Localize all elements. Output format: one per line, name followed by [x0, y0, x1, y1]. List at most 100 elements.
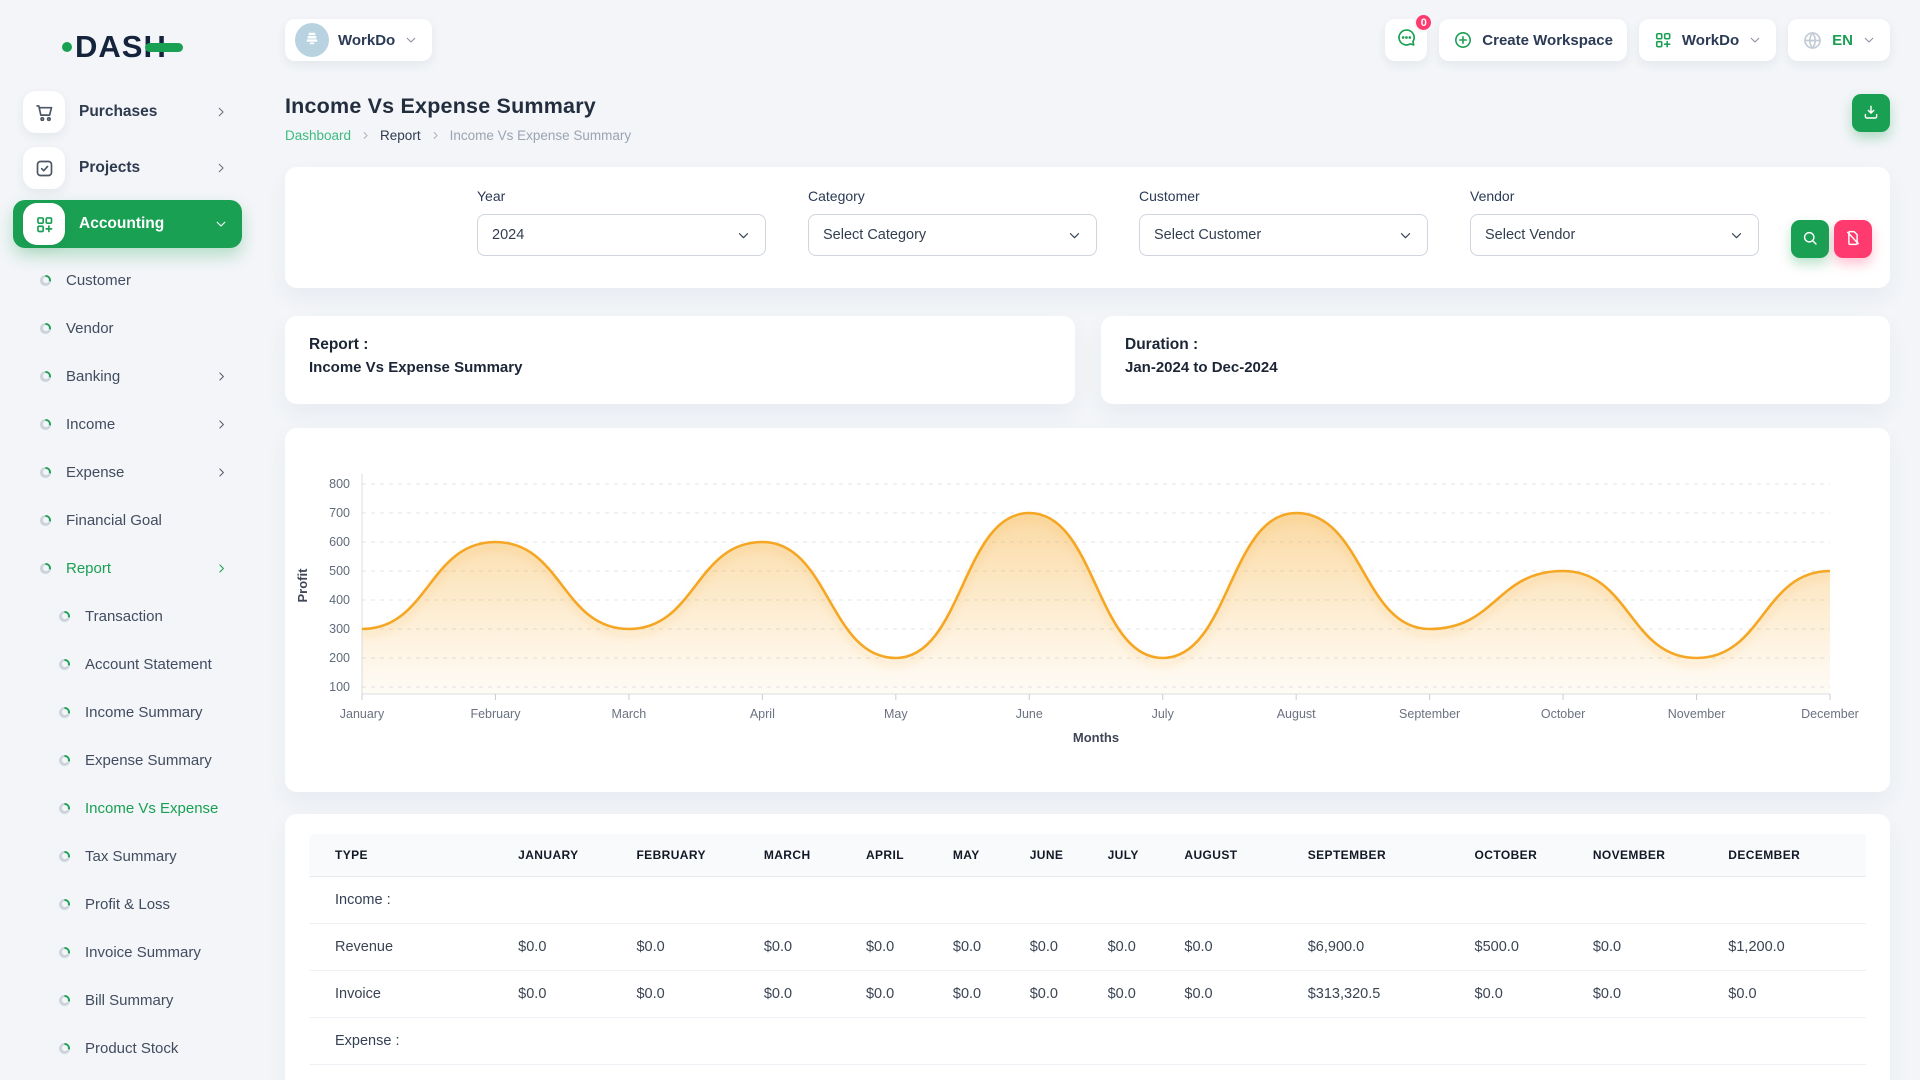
- apply-filter-button[interactable]: [1791, 220, 1829, 258]
- chevron-down-icon: [1862, 33, 1876, 47]
- summary-cards: Report : Income Vs Expense Summary Durat…: [285, 316, 1890, 404]
- messages-button[interactable]: 0: [1385, 19, 1427, 61]
- vendor-select[interactable]: Select Vendor: [1470, 214, 1759, 256]
- sidebar-item-label: Bill Summary: [85, 992, 242, 1009]
- sidebar-item-account-statement[interactable]: Account Statement: [13, 640, 242, 688]
- svg-text:August: August: [1277, 707, 1316, 721]
- chevron-right-icon: [215, 370, 228, 383]
- create-workspace-button[interactable]: Create Workspace: [1439, 19, 1627, 61]
- sidebar-item-label: Income Summary: [85, 704, 242, 721]
- sidebar-item-income-summary[interactable]: Income Summary: [13, 688, 242, 736]
- svg-text:Profit: Profit: [295, 568, 310, 603]
- reset-filter-button[interactable]: [1834, 220, 1872, 258]
- sidebar-item-label: Accounting: [79, 215, 214, 233]
- app-logo[interactable]: DASH: [62, 24, 255, 70]
- chevron-down-icon: [1729, 228, 1744, 243]
- year-select-value: 2024: [492, 227, 524, 243]
- bullet-ring-icon: [59, 707, 70, 718]
- svg-text:400: 400: [329, 593, 350, 607]
- sidebar-item-label: Banking: [66, 368, 215, 385]
- sidebar-item-product-stock[interactable]: Product Stock: [13, 1024, 242, 1072]
- sidebar-item-bill-summary[interactable]: Bill Summary: [13, 976, 242, 1024]
- sidebar-item-invoice-summary[interactable]: Invoice Summary: [13, 928, 242, 976]
- summary-table: TYPEJANUARYFEBRUARYMARCHAPRILMAYJUNEJULY…: [309, 834, 1866, 1065]
- bullet-ring-icon: [59, 899, 70, 910]
- workdo-menu-button[interactable]: WorkDo: [1639, 19, 1776, 61]
- chart-card: 100200300400500600700800JanuaryFebruaryM…: [285, 428, 1890, 792]
- sidebar-item-report[interactable]: Report: [13, 544, 242, 592]
- bullet-ring-icon: [59, 611, 70, 622]
- report-card-label: Report :: [309, 336, 1051, 354]
- sidebar-item-expense[interactable]: Expense: [13, 448, 242, 496]
- sidebar-item-label: Income Vs Expense: [85, 800, 242, 817]
- breadcrumb: Dashboard Report Income Vs Expense Summary: [285, 128, 631, 143]
- column-header-january: JANUARY: [508, 834, 626, 877]
- workspace-name: WorkDo: [338, 32, 395, 49]
- language-label: EN: [1832, 32, 1853, 49]
- category-select[interactable]: Select Category: [808, 214, 1097, 256]
- language-selector[interactable]: EN: [1788, 19, 1890, 61]
- sidebar-item-label: Purchases: [79, 103, 214, 121]
- grid-plus-icon: [23, 203, 65, 245]
- sidebar-item-label: Financial Goal: [66, 512, 242, 529]
- bullet-ring-icon: [40, 467, 51, 478]
- sidebar-item-label: Projects: [79, 159, 214, 177]
- sidebar-item-cash-flow[interactable]: Cash Flow: [13, 1072, 242, 1080]
- sidebar-item-customer[interactable]: Customer: [13, 256, 242, 304]
- chevron-right-icon: [215, 562, 228, 575]
- sidebar-item-expense-summary[interactable]: Expense Summary: [13, 736, 242, 784]
- app-root: DASH Purchases Projects Accounting Customer…: [0, 0, 1920, 1080]
- table-section-row-income: Income :: [309, 877, 1866, 924]
- table-card: TYPEJANUARYFEBRUARYMARCHAPRILMAYJUNEJULY…: [285, 814, 1890, 1080]
- breadcrumb-income-vs-expense-summary: Income Vs Expense Summary: [450, 128, 632, 143]
- svg-text:February: February: [470, 707, 521, 721]
- globe-icon: [1802, 30, 1823, 51]
- sidebar-item-financial-goal[interactable]: Financial Goal: [13, 496, 242, 544]
- bullet-ring-icon: [40, 419, 51, 430]
- column-header-november: NOVEMBER: [1583, 834, 1718, 877]
- workspace-switcher[interactable]: WorkDo: [285, 19, 432, 61]
- sidebar-item-purchases[interactable]: Purchases: [13, 88, 242, 136]
- sidebar-item-label: Expense Summary: [85, 752, 242, 769]
- sidebar-item-accounting[interactable]: Accounting: [13, 200, 242, 248]
- customer-select[interactable]: Select Customer: [1139, 214, 1428, 256]
- breadcrumb-separator-icon: [360, 130, 371, 141]
- filter-label-year: Year: [477, 188, 766, 204]
- bullet-ring-icon: [40, 275, 51, 286]
- building-icon: [303, 29, 321, 51]
- bullet-ring-icon: [59, 755, 70, 766]
- breadcrumb-report[interactable]: Report: [380, 128, 421, 143]
- duration-card-value: Jan-2024 to Dec-2024: [1125, 359, 1866, 376]
- duration-card: Duration : Jan-2024 to Dec-2024: [1101, 316, 1890, 404]
- sidebar-item-income[interactable]: Income: [13, 400, 242, 448]
- bullet-ring-icon: [40, 323, 51, 334]
- bullet-ring-icon: [59, 803, 70, 814]
- svg-text:800: 800: [329, 477, 350, 491]
- chevron-down-icon: [736, 228, 751, 243]
- year-select[interactable]: 2024: [477, 214, 766, 256]
- topbar-actions: 0 Create Workspace WorkDo EN: [1385, 19, 1890, 61]
- topbar: WorkDo 0 Create Workspace WorkDo: [285, 0, 1890, 70]
- svg-text:September: September: [1399, 707, 1460, 721]
- filter-label-vendor: Vendor: [1470, 188, 1759, 204]
- plus-circle-icon: [1453, 30, 1473, 50]
- chevron-down-icon: [404, 33, 418, 47]
- vendor-select-value: Select Vendor: [1485, 227, 1575, 243]
- column-header-august: AUGUST: [1174, 834, 1297, 877]
- filter-label-customer: Customer: [1139, 188, 1428, 204]
- sidebar-item-label: Customer: [66, 272, 242, 289]
- svg-text:January: January: [340, 707, 385, 721]
- sidebar-item-banking[interactable]: Banking: [13, 352, 242, 400]
- sidebar-item-tax-summary[interactable]: Tax Summary: [13, 832, 242, 880]
- sidebar-item-projects[interactable]: Projects: [13, 144, 242, 192]
- sidebar: DASH Purchases Projects Accounting Customer…: [0, 0, 255, 1080]
- sidebar-item-vendor[interactable]: Vendor: [13, 304, 242, 352]
- column-header-february: FEBRUARY: [626, 834, 753, 877]
- sidebar-item-income-vs-expense[interactable]: Income Vs Expense: [13, 784, 242, 832]
- chevron-down-icon: [1748, 33, 1762, 47]
- breadcrumb-dashboard[interactable]: Dashboard: [285, 128, 351, 143]
- sidebar-item-profit-loss[interactable]: Profit & Loss: [13, 880, 242, 928]
- table-row-invoice: Invoice$0.0$0.0$0.0$0.0$0.0$0.0$0.0$0.0$…: [309, 971, 1866, 1018]
- download-button[interactable]: [1852, 94, 1890, 132]
- sidebar-item-transaction[interactable]: Transaction: [13, 592, 242, 640]
